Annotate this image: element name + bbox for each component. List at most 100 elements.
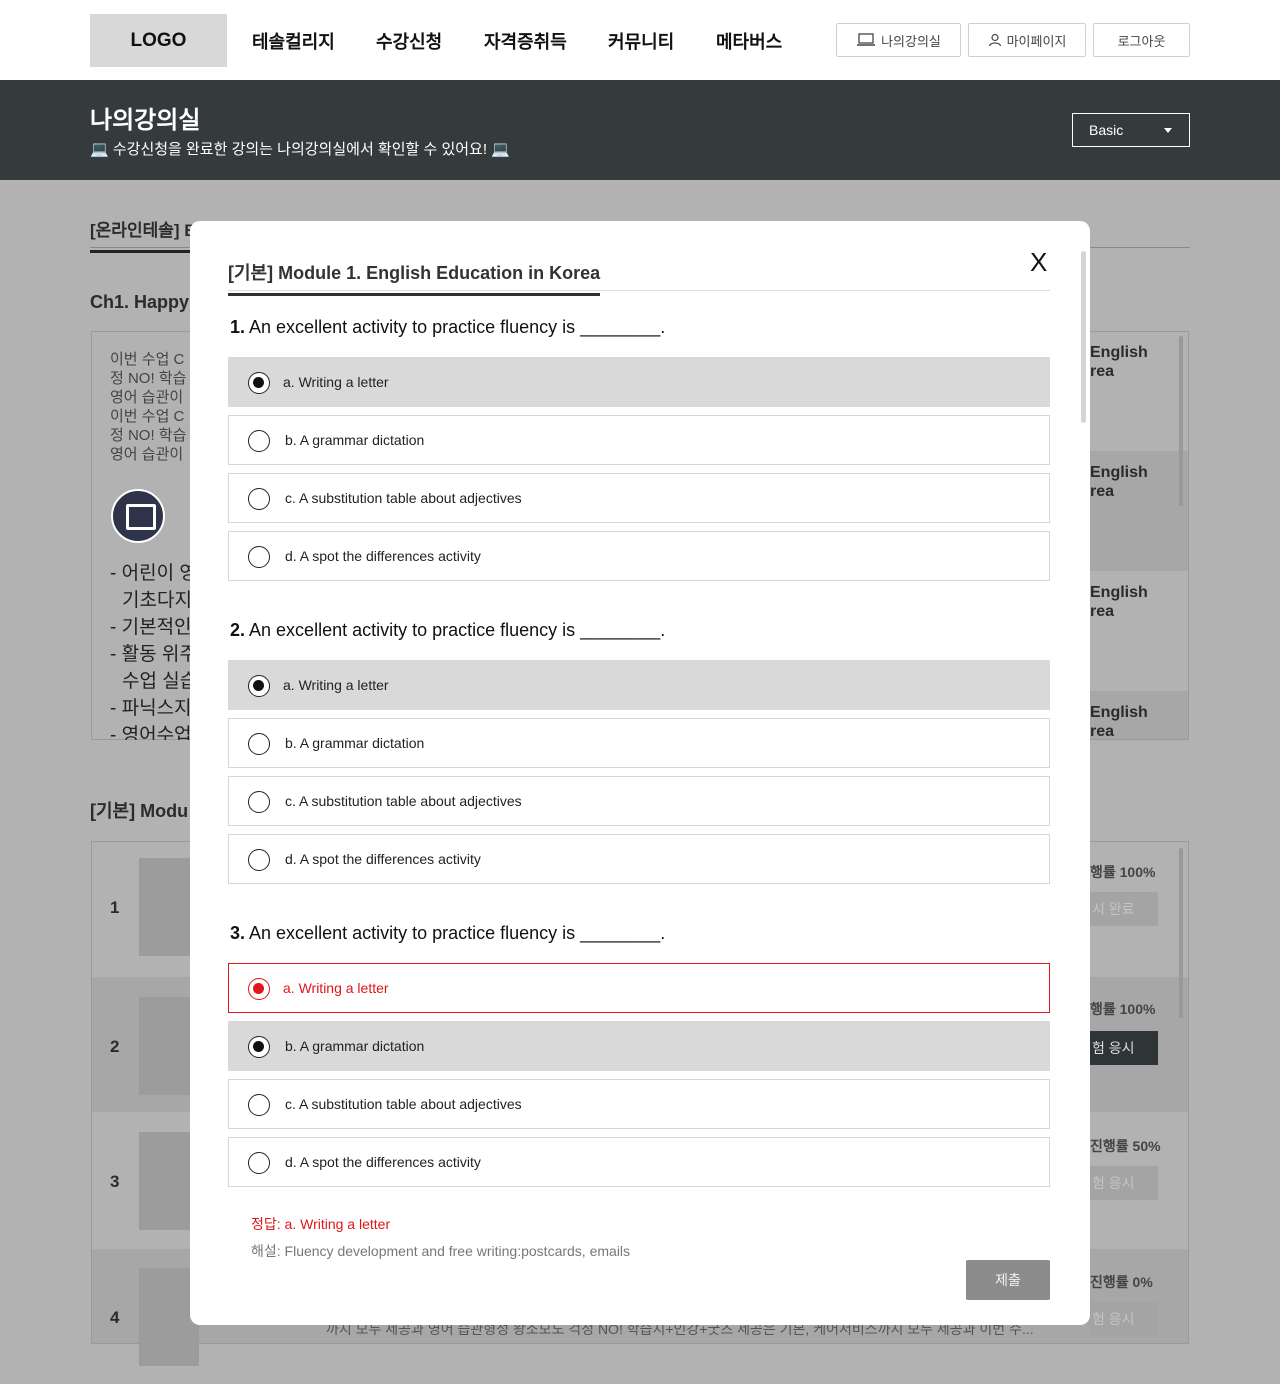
my-page-button[interactable]: 마이페이지 <box>968 23 1086 57</box>
nav-item-metaverse[interactable]: 메타버스 <box>716 28 782 54</box>
row-number: 4 <box>110 1308 120 1327</box>
option-q2-d[interactable]: d. A spot the differences activity <box>228 834 1050 884</box>
option-label: d. A spot the differences activity <box>285 548 481 564</box>
option-label: b. A grammar dictation <box>285 1038 425 1054</box>
progress-text: 진행률 0% <box>1090 1274 1153 1290</box>
desc-line: 이번 수업 C <box>110 351 185 368</box>
nav-item-enrollment[interactable]: 수강신청 <box>376 28 442 54</box>
option-q2-c[interactable]: c. A substitution table about adjectives <box>228 776 1050 826</box>
close-icon[interactable]: X <box>1030 247 1047 277</box>
list-item: 기초다지 <box>122 590 192 611</box>
lesson-title: English rea <box>1090 584 1148 620</box>
question-number: 1. <box>230 317 246 337</box>
section-title: [기본] Modu <box>90 801 189 821</box>
desc-line: 영어 습관이 <box>110 446 184 463</box>
row-number: 2 <box>110 1037 120 1056</box>
explanation: 해설: Fluency development and free writing… <box>251 1243 631 1259</box>
radio-icon <box>248 1094 270 1116</box>
exam-button[interactable]: 험 응시 <box>1090 1166 1158 1200</box>
list-item: - 영어수업 <box>110 725 192 740</box>
nav-item-tesol-college[interactable]: 테솔컬리지 <box>252 28 335 54</box>
radio-icon <box>248 849 270 871</box>
my-page-label: 마이페이지 <box>1006 33 1067 49</box>
progress-text: 행률 100% <box>1090 864 1156 880</box>
radio-checked-icon <box>248 1036 270 1058</box>
question-3: 3. An excellent activity to practice flu… <box>230 923 665 944</box>
exam-button[interactable]: 험 응시 <box>1090 1031 1158 1065</box>
radio-icon <box>248 430 270 452</box>
quiz-modal: [기본] Module 1. English Education in Kore… <box>190 221 1090 1325</box>
top-header: LOGO 테솔컬리지 수강신청 자격증취득 커뮤니티 메타버스 나의강의실 마이… <box>0 0 1280 80</box>
list-item: - 기본적인 <box>110 617 192 638</box>
question-text: An excellent activity to practice fluenc… <box>249 620 666 640</box>
logo[interactable]: LOGO <box>90 14 227 67</box>
my-classroom-label: 나의강의실 <box>881 33 941 49</box>
question-text: An excellent activity to practice fluenc… <box>249 317 666 337</box>
option-q3-d[interactable]: d. A spot the differences activity <box>228 1137 1050 1187</box>
option-q1-a[interactable]: a. Writing a letter <box>228 357 1050 407</box>
scrollbar[interactable] <box>1179 848 1183 1018</box>
question-number: 3. <box>230 923 246 943</box>
option-label: a. Writing a letter <box>283 677 389 693</box>
page-title: 나의강의실 <box>90 107 201 134</box>
option-label: d. A spot the differences activity <box>285 1154 481 1170</box>
row-number: 1 <box>110 898 120 917</box>
scrollbar[interactable] <box>1179 336 1183 506</box>
desc-line: 정 NO! 학습 <box>110 427 187 444</box>
list-item: 수업 실습 <box>122 671 195 692</box>
option-q2-b[interactable]: b. A grammar dictation <box>228 718 1050 768</box>
modal-scrollbar[interactable] <box>1081 251 1086 423</box>
laptop-icon <box>857 33 876 46</box>
list-item: - 활동 위주 <box>110 644 195 665</box>
lesson-title: English rea <box>1090 344 1148 380</box>
option-q2-a[interactable]: a. Writing a letter <box>228 660 1050 710</box>
option-q1-d[interactable]: d. A spot the differences activity <box>228 531 1050 581</box>
course-icon <box>111 489 165 543</box>
list-item: - 파닉스지 <box>110 698 192 719</box>
nav-item-community[interactable]: 커뮤니티 <box>608 28 674 54</box>
desc-line: 영어 습관이 <box>110 389 184 406</box>
logout-label: 로그아웃 <box>1117 33 1166 49</box>
option-label: c. A substitution table about adjectives <box>285 1096 522 1112</box>
option-label: a. Writing a letter <box>283 980 389 996</box>
option-label: b. A grammar dictation <box>285 735 425 751</box>
option-label: b. A grammar dictation <box>285 432 425 448</box>
option-q1-c[interactable]: c. A substitution table about adjectives <box>228 473 1050 523</box>
option-label: d. A spot the differences activity <box>285 851 481 867</box>
radio-correct-icon <box>248 978 270 1000</box>
list-item: - 어린이 영 <box>110 563 195 584</box>
radio-icon <box>248 733 270 755</box>
page-subtitle: 💻 수강신청을 완료한 강의는 나의강의실에서 확인할 수 있어요! 💻 <box>90 141 510 158</box>
option-q3-b[interactable]: b. A grammar dictation <box>228 1021 1050 1071</box>
exam-button[interactable]: 험 응시 <box>1090 1302 1158 1336</box>
progress-text: 행률 100% <box>1090 1001 1156 1017</box>
option-q3-a-correct[interactable]: a. Writing a letter <box>228 963 1050 1013</box>
lesson-title: English rea <box>1090 464 1148 500</box>
course-level-value: Basic <box>1089 122 1124 138</box>
radio-icon <box>248 791 270 813</box>
logout-button[interactable]: 로그아웃 <box>1093 23 1190 57</box>
question-text: An excellent activity to practice fluenc… <box>249 923 666 943</box>
course-level-select[interactable]: Basic <box>1072 113 1190 147</box>
submit-button[interactable]: 제출 <box>966 1260 1050 1300</box>
option-label: c. A substitution table about adjectives <box>285 490 522 506</box>
option-label: a. Writing a letter <box>283 374 389 390</box>
chapter-description: 이번 수업 C 정 NO! 학습 영어 습관이 이번 수업 C 정 NO! 학습… <box>110 350 200 464</box>
lesson-title: English rea <box>1090 704 1148 740</box>
nav-item-certification[interactable]: 자격증취득 <box>484 28 567 54</box>
chapter-title: Ch1. Happy <box>90 292 190 312</box>
question-2: 2. An excellent activity to practice flu… <box>230 620 665 641</box>
radio-checked-icon <box>248 675 270 697</box>
question-number: 2. <box>230 620 246 640</box>
option-q3-c[interactable]: c. A substitution table about adjectives <box>228 1079 1050 1129</box>
caret-down-icon <box>1164 128 1172 133</box>
exam-button[interactable]: 시 완료 <box>1090 892 1158 926</box>
chapter-list: - 어린이 영 기초다지 - 기본적인 - 활동 위주 수업 실습 - 파닉스지… <box>110 560 195 740</box>
question-1: 1. An excellent activity to practice flu… <box>230 317 665 338</box>
user-icon <box>988 33 1001 47</box>
radio-icon <box>248 546 270 568</box>
radio-icon <box>248 1152 270 1174</box>
option-q1-b[interactable]: b. A grammar dictation <box>228 415 1050 465</box>
desc-line: 정 NO! 학습 <box>110 370 187 387</box>
my-classroom-button[interactable]: 나의강의실 <box>836 23 961 57</box>
